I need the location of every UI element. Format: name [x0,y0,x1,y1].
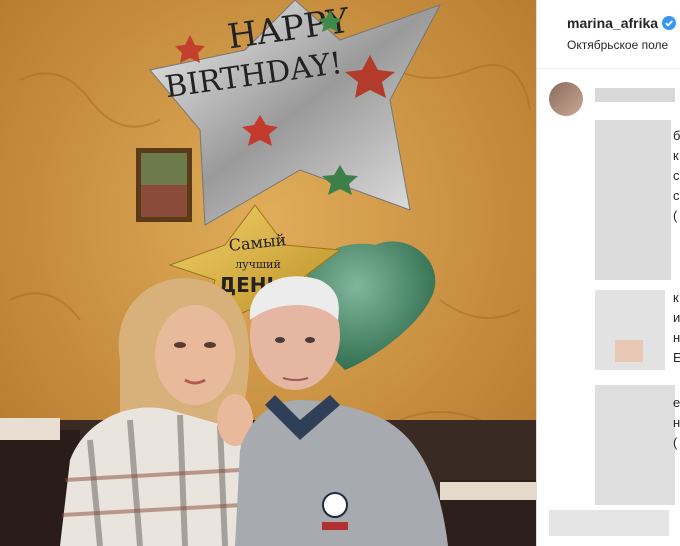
post-header: marina_afrika Октябрьское поле [537,0,680,69]
verified-badge-icon [662,16,677,30]
comment-fragment: н [673,415,680,430]
commenter-avatar[interactable] [549,82,583,116]
comment-fragment: б [673,128,680,143]
comment-fragment: к [673,148,679,163]
comment-fragment: с [673,188,680,203]
blurred-comment-1 [595,120,671,280]
blurred-footer [549,510,669,536]
username-row: marina_afrika [567,15,677,31]
comment-fragment: е [673,395,680,410]
comment-fragment: Е [673,350,680,365]
comment-fragment: и [673,310,680,325]
comment-fragment: к [673,290,679,305]
balloon-text-gold-2: лучший [235,258,281,271]
blurred-emoji [615,340,643,362]
username-link[interactable]: marina_afrika [567,15,658,31]
comment-fragment: ( [673,208,678,223]
comment-fragment: н [673,330,680,345]
comment-fragment: с [673,168,680,183]
post-sidebar: marina_afrika Октябрьское поле б к с с (… [536,0,680,546]
blurred-comment-3 [595,385,675,505]
blurred-username [595,88,675,102]
post-photo[interactable]: HAPPY BIRTHDAY! Самый лучший ДЕНЬ [0,0,536,546]
location-link[interactable]: Октябрьское поле [567,38,668,52]
comment-fragment: ( [673,435,678,450]
photo-illustration: HAPPY BIRTHDAY! Самый лучший ДЕНЬ [0,0,536,546]
